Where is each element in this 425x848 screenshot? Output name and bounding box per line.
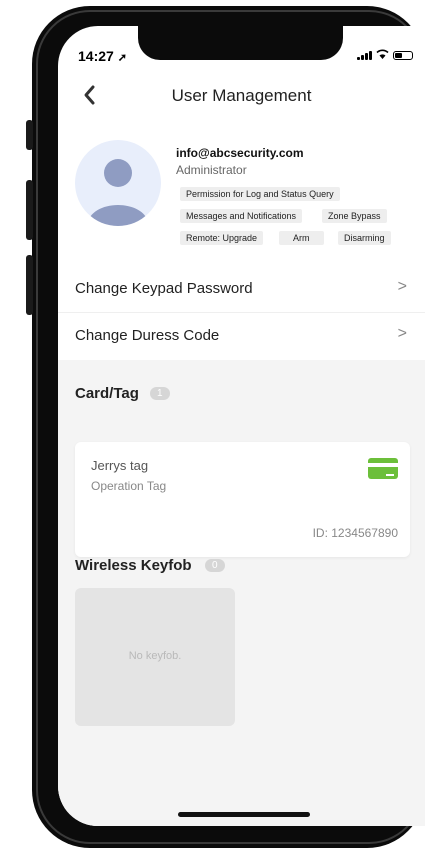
card-tag-item[interactable]: Jerrys tag Operation Tag ID: 1234567890 bbox=[75, 442, 410, 557]
home-indicator[interactable] bbox=[178, 812, 310, 817]
status-time-text: 14:27 bbox=[78, 48, 114, 64]
keyfob-count-badge: 0 bbox=[205, 559, 225, 572]
chevron-right-icon: > bbox=[397, 278, 407, 295]
card-tag-title: Card/Tag bbox=[75, 385, 139, 402]
card-tag-count-badge: 1 bbox=[150, 387, 170, 400]
tag-name: Jerrys tag bbox=[91, 458, 149, 473]
notch bbox=[138, 26, 343, 60]
keyfob-empty-text: No keyfob. bbox=[128, 650, 182, 662]
tag-type: Operation Tag bbox=[91, 479, 167, 493]
app-screen: 14:27 ➚ User Management info@abcsecurity… bbox=[58, 26, 425, 826]
mute-switch bbox=[26, 120, 33, 150]
volume-up-button bbox=[26, 180, 33, 240]
permission-badge: Messages and Notifications bbox=[180, 209, 303, 223]
battery-icon bbox=[393, 50, 413, 60]
permission-badge: Permission for Log and Status Query bbox=[180, 187, 340, 201]
permission-badge: Arm bbox=[279, 231, 324, 245]
change-duress-code-row[interactable]: Change Duress Code > bbox=[58, 313, 425, 359]
change-keypad-password-row[interactable]: Change Keypad Password > bbox=[58, 266, 425, 312]
change-keypad-password-label: Change Keypad Password bbox=[75, 280, 253, 297]
status-time: 14:27 ➚ bbox=[78, 48, 127, 64]
permission-badge: Remote: Upgrade bbox=[180, 231, 264, 245]
location-arrow-icon: ➚ bbox=[117, 52, 127, 64]
status-icons bbox=[357, 48, 413, 62]
tag-id: ID: 1234567890 bbox=[312, 526, 398, 540]
volume-down-button bbox=[26, 255, 33, 315]
user-role: Administrator bbox=[176, 163, 247, 177]
wireless-keyfob-title: Wireless Keyfob bbox=[75, 557, 192, 574]
chevron-right-icon: > bbox=[397, 325, 407, 342]
avatar[interactable] bbox=[75, 140, 161, 226]
person-icon bbox=[87, 159, 149, 226]
page-title: User Management bbox=[171, 86, 312, 105]
header: User Management bbox=[58, 84, 425, 114]
permission-badge: Disarming bbox=[338, 231, 391, 245]
change-duress-code-label: Change Duress Code bbox=[75, 327, 220, 344]
permission-badge: Zone Bypass bbox=[322, 209, 387, 223]
wifi-icon bbox=[376, 48, 389, 62]
user-email: info@abcsecurity.com bbox=[176, 146, 304, 160]
keyfob-empty-placeholder: No keyfob. bbox=[75, 588, 235, 726]
signal-icon bbox=[357, 50, 372, 60]
card-icon bbox=[368, 458, 398, 479]
